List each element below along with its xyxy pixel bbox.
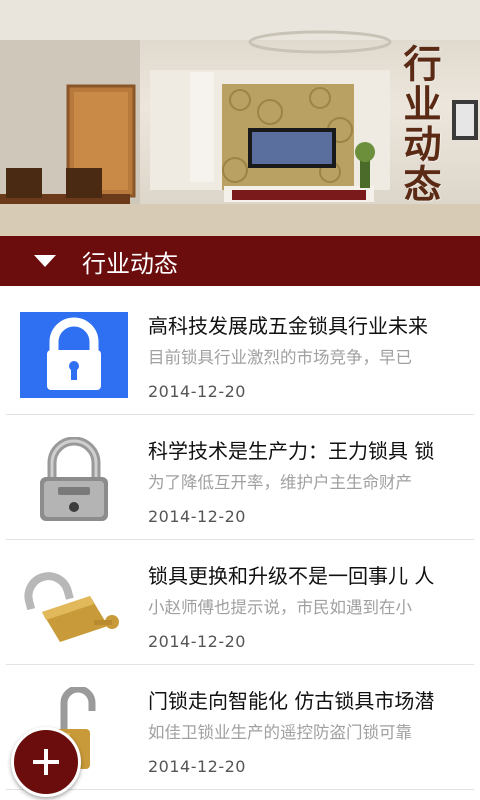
- blue-padlock-icon: [20, 312, 128, 398]
- news-item[interactable]: 高科技发展成五金锁具行业未来 目前锁具行业激烈的市场竞争，早已 2014-12-…: [6, 290, 474, 415]
- news-summary: 小赵师傅也提示说，市民如遇到在小: [148, 598, 412, 617]
- news-title: 门锁走向智能化 仿古锁具市场潜: [148, 689, 435, 713]
- news-date: 2014-12-20: [148, 632, 246, 651]
- caret-down-icon: [34, 255, 56, 267]
- news-date: 2014-12-20: [148, 382, 246, 401]
- news-title: 锁具更换和升级不是一回事儿 人: [148, 564, 435, 588]
- news-summary: 目前锁具行业激烈的市场竞争，早已: [148, 348, 412, 367]
- news-item[interactable]: 锁具更换和升级不是一回事儿 人 小赵师傅也提示说，市民如遇到在小 2014-12…: [6, 540, 474, 665]
- section-header[interactable]: 行业动态: [0, 236, 480, 286]
- banner-caption: 行业动态: [397, 44, 442, 204]
- brass-padlock-with-key-icon: [20, 562, 128, 648]
- news-date: 2014-12-20: [148, 507, 246, 526]
- news-date: 2014-12-20: [148, 757, 246, 776]
- news-item[interactable]: 科学技术是生产力：王力锁具 锁 为了降低互开率，维护户主生命财产 2014-12…: [6, 415, 474, 540]
- news-title: 高科技发展成五金锁具行业未来: [148, 314, 428, 338]
- add-button[interactable]: [11, 727, 81, 797]
- news-summary: 为了降低互开率，维护户主生命财产: [148, 473, 412, 492]
- section-title: 行业动态: [82, 249, 178, 278]
- news-summary: 如佳卫锁业生产的遥控防盗门锁可靠: [148, 723, 412, 742]
- banner-image: 行业动态: [0, 0, 480, 236]
- news-title: 科学技术是生产力：王力锁具 锁: [148, 439, 435, 463]
- news-list: 高科技发展成五金锁具行业未来 目前锁具行业激烈的市场竞争，早已 2014-12-…: [0, 290, 480, 790]
- silver-padlock-icon: [20, 437, 128, 523]
- plus-icon: [33, 749, 59, 775]
